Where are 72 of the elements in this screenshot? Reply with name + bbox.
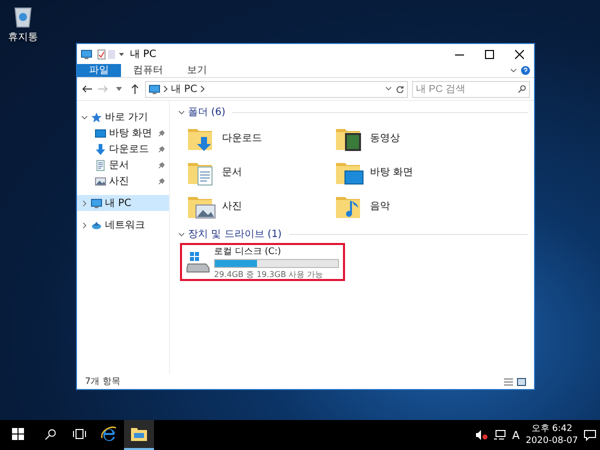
down-arrow-icon xyxy=(95,144,106,154)
input-method-indicator[interactable]: A xyxy=(512,428,520,442)
pin-icon xyxy=(158,162,165,168)
refresh-icon xyxy=(396,85,404,93)
folder-label[interactable]: 문서 xyxy=(222,165,242,179)
group-title: 장치 및 드라이브 (1) xyxy=(188,228,282,241)
desktop-icon-label[interactable]: 휴지통 xyxy=(8,30,38,44)
sidebar-item[interactable]: 바탕 화면 xyxy=(77,125,169,141)
large-icons-view-icon[interactable] xyxy=(517,378,526,386)
volume-muted-icon[interactable] xyxy=(476,430,488,440)
notification-icon[interactable] xyxy=(584,430,596,440)
address-path: 내 PC xyxy=(171,83,198,96)
hard-drive-icon xyxy=(186,251,210,273)
folder-label[interactable]: 다운로드 xyxy=(222,131,262,145)
sidebar-item[interactable]: 다운로드 xyxy=(77,141,169,157)
folder-label[interactable]: 동영상 xyxy=(370,131,400,145)
taskbar-app-button[interactable] xyxy=(124,420,154,450)
details-view-icon[interactable] xyxy=(504,378,513,386)
chevron-down-icon xyxy=(81,114,88,120)
chevron-down-icon xyxy=(178,230,185,238)
folder-label[interactable]: 음악 xyxy=(370,199,390,213)
task-view-icon xyxy=(73,429,86,439)
search-icon xyxy=(518,85,526,93)
sidebar-item[interactable]: 바로 가기 xyxy=(77,109,169,125)
search-icon xyxy=(45,428,56,440)
windows-logo-icon xyxy=(12,428,24,440)
browser-icon xyxy=(101,426,117,442)
chevron-down-icon xyxy=(510,67,517,74)
pin-icon xyxy=(158,130,165,136)
network-icon[interactable] xyxy=(494,430,506,440)
star-icon xyxy=(91,112,102,122)
computer-icon xyxy=(91,198,102,208)
group-title: 폴더 (6) xyxy=(188,106,226,119)
sidebar-item[interactable]: 사진 xyxy=(77,173,169,189)
folder-icon xyxy=(131,427,147,441)
picture-icon xyxy=(95,176,106,186)
drive-name: 로컬 디스크 (C:) xyxy=(214,246,282,258)
sidebar-item[interactable]: 내 PC xyxy=(77,195,169,211)
ribbon-tab[interactable]: 파일 xyxy=(77,64,121,77)
close-icon xyxy=(514,50,524,58)
caret-down-icon xyxy=(116,87,122,91)
search-input[interactable]: 내 PC 검색 xyxy=(416,84,518,94)
address-bar[interactable]: 내 PC xyxy=(145,80,408,98)
pin-icon xyxy=(158,146,165,152)
up-button[interactable] xyxy=(129,82,141,96)
item-count: 7개 항목 xyxy=(85,376,121,388)
window-title: 내 PC xyxy=(130,48,156,61)
folder-label[interactable]: 사진 xyxy=(222,199,242,213)
quick-access-toolbar-icon xyxy=(96,48,126,60)
network-icon xyxy=(91,220,102,230)
chevron-down-icon xyxy=(385,85,392,92)
computer-icon xyxy=(81,48,92,60)
clock[interactable]: 오후 6:42 2020-08-07 xyxy=(526,423,578,447)
ribbon-tab[interactable]: 보기 xyxy=(175,64,219,77)
search-field[interactable]: 내 PC 검색 xyxy=(412,80,530,98)
drive-space: 29.4GB 중 19.3GB 사용 가능 xyxy=(214,268,324,280)
ribbon-tab[interactable]: 컴퓨터 xyxy=(121,64,175,77)
chevron-right-icon xyxy=(200,86,206,92)
sidebar-item[interactable]: 문서 xyxy=(77,157,169,173)
computer-icon xyxy=(149,84,160,94)
maximize-icon xyxy=(484,50,494,58)
chevron-right-icon xyxy=(81,222,88,228)
chevron-right-icon xyxy=(81,200,88,206)
drive-item[interactable]: 로컬 디스크 (C:) 29.4GB 중 19.3GB 사용 가능 xyxy=(180,243,345,281)
monitor-icon xyxy=(95,128,106,138)
chevron-down-icon xyxy=(178,108,185,116)
document-icon xyxy=(95,160,106,170)
pin-icon xyxy=(158,178,165,184)
chevron-right-icon xyxy=(163,86,168,92)
folder-label[interactable]: 바탕 화면 xyxy=(370,165,414,179)
sidebar-item[interactable]: 네트워크 xyxy=(77,217,169,233)
help-icon xyxy=(521,66,530,75)
